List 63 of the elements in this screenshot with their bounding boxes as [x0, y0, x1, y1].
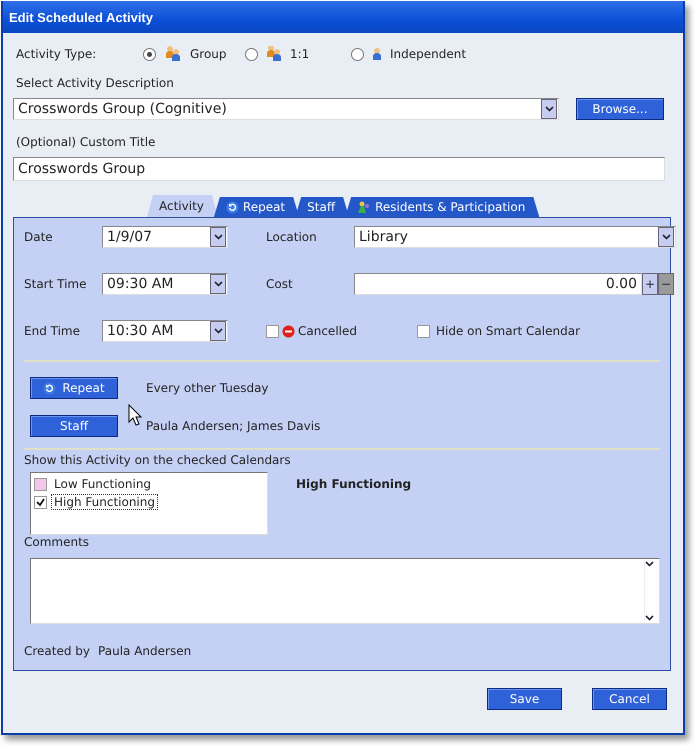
- checkbox-label: Hide on Smart Calendar: [436, 324, 580, 338]
- calendar-item[interactable]: High Functioning: [34, 494, 264, 510]
- staff-button[interactable]: Staff: [30, 415, 118, 437]
- radio-button[interactable]: [351, 48, 364, 60]
- location-dropdown[interactable]: Library: [354, 226, 676, 248]
- dialog-button[interactable]: Cancel: [592, 688, 667, 710]
- chevron-down-icon: [214, 328, 222, 334]
- repeat-button[interactable]: Repeat: [30, 377, 118, 399]
- date-dropdown[interactable]: 1/9/07: [102, 226, 228, 248]
- field-label: Location: [266, 230, 318, 244]
- field-label: Comments: [24, 535, 90, 549]
- time-dropdown[interactable]: 10:30 AM: [102, 320, 228, 342]
- checkbox[interactable]: [34, 496, 47, 508]
- time-dropdown[interactable]: 09:30 AM: [102, 273, 228, 295]
- tab[interactable]: Activity: [147, 195, 218, 217]
- chevron-down-icon: [645, 615, 654, 621]
- description-dropdown[interactable]: Crosswords Group (Cognitive): [13, 98, 559, 120]
- people-icon: [164, 46, 182, 62]
- calendar-item[interactable]: Low Functioning: [34, 476, 264, 492]
- stop-icon: [282, 324, 295, 338]
- increment-button[interactable]: +: [642, 273, 658, 295]
- creator-name: Paula Andersen: [98, 644, 192, 658]
- option-label: Group: [190, 47, 227, 61]
- tab[interactable]: Staff: [295, 197, 350, 217]
- people-icon: [357, 200, 372, 214]
- checkbox-label: Cancelled: [298, 324, 358, 338]
- title-input[interactable]: Crosswords Group: [13, 157, 665, 181]
- cost-input[interactable]: 0.00: [354, 273, 642, 295]
- option-label: Independent: [390, 47, 466, 61]
- field-label: Created by: [24, 644, 90, 658]
- tab[interactable]: Repeat: [214, 197, 300, 217]
- selected-calendar: High Functioning: [296, 477, 412, 491]
- field-label: Start Time: [24, 277, 88, 291]
- field-label: End Time: [24, 324, 81, 338]
- chevron-down-icon: [645, 561, 654, 567]
- option-label: 1:1: [290, 47, 310, 61]
- chevron-down-icon: [214, 234, 222, 240]
- pointer-icon: [128, 404, 142, 426]
- chevron-down-icon: [662, 234, 670, 240]
- chevron-down-icon: [544, 106, 554, 112]
- radio-button[interactable]: [245, 48, 258, 60]
- repeat-summary: Every other Tuesday: [146, 381, 269, 395]
- tab[interactable]: Residents & Participation: [345, 197, 540, 217]
- field-label: Activity Type:: [15, 47, 98, 61]
- radio-button[interactable]: [143, 48, 156, 60]
- person-icon: [372, 47, 382, 61]
- refresh-icon: [43, 382, 56, 394]
- browse-button[interactable]: Browse...: [576, 98, 664, 120]
- window-title: Edit Scheduled Activity: [3, 1, 683, 33]
- field-label: (Optional) Custom Title: [16, 135, 156, 149]
- checkbox[interactable]: [417, 324, 430, 338]
- dialog-button[interactable]: Save: [487, 688, 562, 710]
- staff-summary: Paula Andersen; James Davis: [146, 419, 320, 433]
- refresh-icon: [226, 200, 239, 214]
- checkbox[interactable]: [266, 324, 279, 338]
- people-icon: [266, 46, 282, 62]
- field-label: Date: [24, 230, 54, 244]
- checkbox[interactable]: [34, 478, 47, 490]
- chevron-down-icon: [214, 281, 222, 287]
- decrement-button[interactable]: −: [658, 273, 674, 295]
- field-label: Cost: [266, 277, 294, 291]
- section-label: Show this Activity on the checked Calendars: [24, 453, 292, 467]
- field-label: Select Activity Description: [16, 76, 175, 90]
